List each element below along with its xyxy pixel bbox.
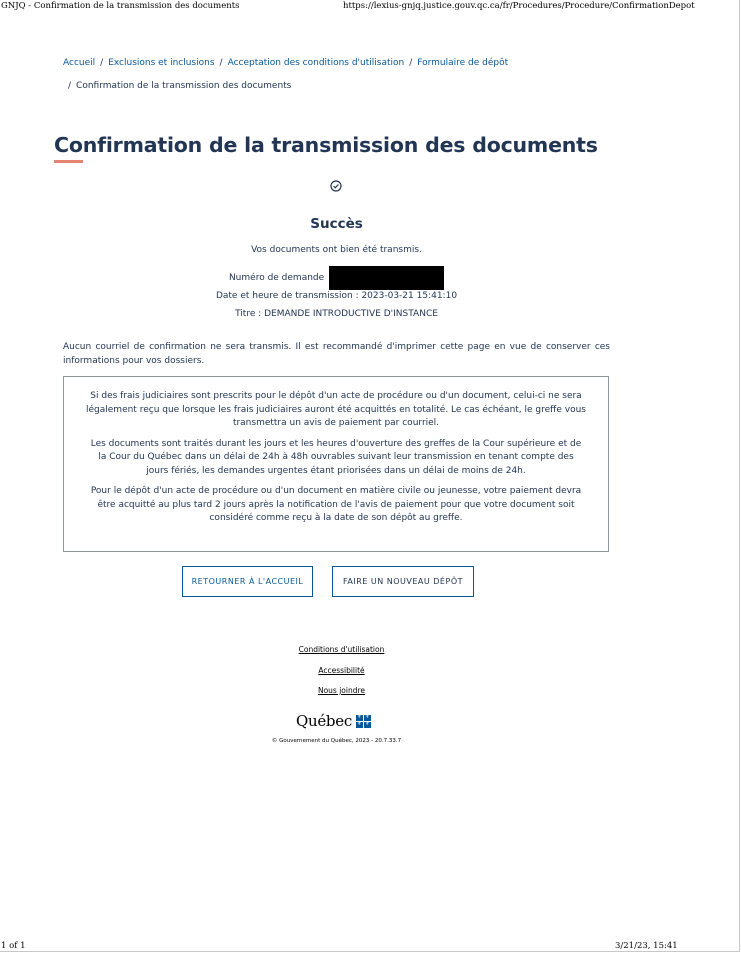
title-underline [54,160,83,163]
check-circle-icon [330,180,342,192]
breadcrumb-link-exclusions[interactable]: Exclusions et inclusions [108,58,214,68]
redacted-request-number [329,265,445,290]
breadcrumb-current: Confirmation de la transmission des docu… [76,81,292,91]
print-datetime: 3/21/23, 15:41 [615,941,678,951]
new-deposit-button[interactable]: Faire un nouveau dépôt [332,566,474,597]
transmission-datetime: Date et heure de transmission : 2023-03-… [215,291,458,301]
quebec-logo-text: Québec [296,712,352,730]
breadcrumb-link-formulaire[interactable]: Formulaire de dépôt [417,58,508,68]
footer-link-accessibility[interactable]: Accessibilité [0,666,683,675]
document-title: Titre : DEMANDE INTRODUCTIVE D'INSTANCE [235,309,438,319]
info-paragraph-processing: Les documents sont traités durant les jo… [90,438,582,476]
request-number-label: Numéro de demande [228,273,325,283]
breadcrumb-separator: / [219,58,223,68]
request-number-row: Numéro de demande [0,265,673,291]
print-tab-title: GNJQ - Confirmation de la transmission d… [1,1,240,11]
breadcrumb-separator: / [68,81,72,91]
info-box: Si des frais judiciaires sont prescrits … [63,376,609,552]
footer-link-conditions[interactable]: Conditions d'utilisation [0,645,683,654]
breadcrumb: Accueil / Exclusions et inclusions / Accepta… [63,52,623,98]
info-paragraph-fees: Si des frais judiciaires sont prescrits … [86,391,586,428]
page-title: Confirmation de la transmission des docu… [54,133,598,157]
footer-link-contact[interactable]: Nous joindre [0,686,683,695]
print-url: https://lexius-gnjq.justice.gouv.qc.ca/f… [343,1,695,11]
copyright: © Gouvernement du Québec, 2023 - 20.7.33… [271,738,402,744]
breadcrumb-link-accueil[interactable]: Accueil [63,58,95,68]
fleur-de-lis-flag-icon: ⚜ ⚜ ⚜ ⚜ [355,714,371,728]
success-message: Vos documents ont bien été transmis. [251,245,422,255]
breadcrumb-link-acceptation[interactable]: Acceptation des conditions d'utilisation [228,58,405,68]
print-page-count: 1 of 1 [1,941,26,951]
info-paragraph-payment: Pour le dépôt d'un acte de procédure ou … [90,486,582,523]
breadcrumb-separator: / [100,58,104,68]
quebec-logo[interactable]: Québec ⚜ ⚜ ⚜ ⚜ [296,710,371,732]
breadcrumb-separator: / [409,58,413,68]
return-home-button[interactable]: Retourner à l'accueil [182,566,313,597]
notice-text: Aucun courriel de confirmation ne sera t… [63,342,610,366]
success-heading: Succès [310,216,363,232]
